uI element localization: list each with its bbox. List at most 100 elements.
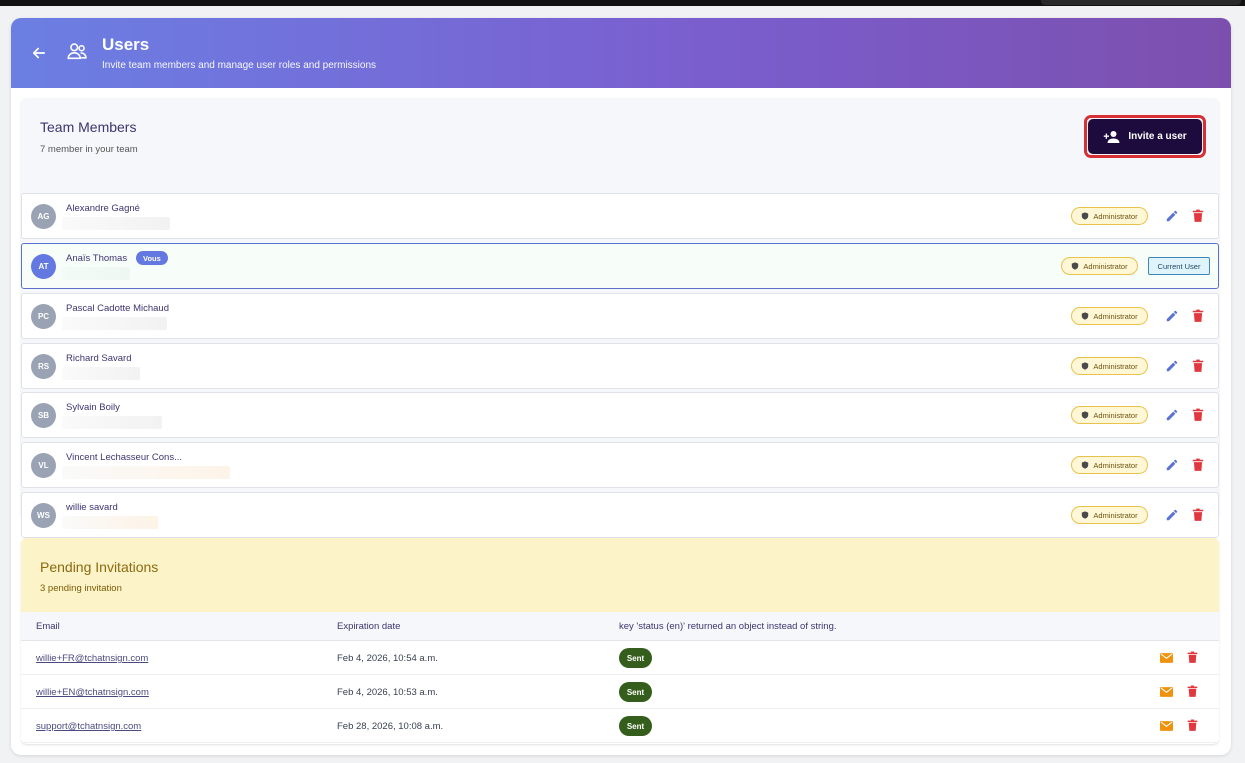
member-name: Vincent Lechasseur Cons... bbox=[66, 452, 183, 463]
invite-email-link[interactable]: willie+FR@tchatnsign.com bbox=[36, 653, 148, 664]
member-email-redacted bbox=[62, 416, 162, 429]
table-header: Email Expiration date key 'status (en)' … bbox=[21, 612, 1219, 641]
role-badge: Administrator bbox=[1061, 257, 1138, 275]
member-row-current: AT Anaïs Thomas Vous Administrator Curre… bbox=[21, 243, 1219, 289]
browser-top-bar bbox=[0, 0, 1245, 6]
column-email: Email bbox=[36, 621, 60, 632]
trash-icon[interactable] bbox=[1192, 359, 1204, 373]
role-badge: Administrator bbox=[1071, 307, 1148, 325]
trash-icon[interactable] bbox=[1187, 719, 1198, 732]
shield-icon bbox=[1082, 312, 1089, 320]
shield-icon bbox=[1082, 511, 1089, 519]
invite-user-label: Invite a user bbox=[1128, 131, 1187, 142]
browser-tab bbox=[1041, 0, 1241, 5]
mail-icon[interactable] bbox=[1160, 721, 1173, 731]
member-row: PC Pascal Cadotte Michaud Administrator bbox=[21, 293, 1219, 339]
table-row: willie+FR@tchatnsign.com Feb 4, 2026, 10… bbox=[21, 641, 1219, 675]
member-email-redacted bbox=[62, 516, 158, 529]
column-expiration: Expiration date bbox=[337, 621, 401, 632]
avatar: VL bbox=[31, 453, 56, 478]
pending-invitations-title: Pending Invitations bbox=[40, 559, 159, 575]
shield-icon bbox=[1082, 212, 1089, 220]
pencil-icon[interactable] bbox=[1165, 508, 1179, 522]
invite-expiration: Feb 28, 2026, 10:08 a.m. bbox=[337, 721, 444, 732]
shield-icon bbox=[1082, 411, 1089, 419]
avatar: AT bbox=[31, 254, 56, 279]
status-badge: Sent bbox=[619, 716, 652, 736]
avatar: WS bbox=[31, 503, 56, 528]
trash-icon[interactable] bbox=[1192, 309, 1204, 323]
page-subtitle: Invite team members and manage user role… bbox=[102, 60, 377, 71]
member-row: AG Alexandre Gagné Administrator bbox=[21, 193, 1219, 239]
pencil-icon[interactable] bbox=[1165, 408, 1179, 422]
team-members-title: Team Members bbox=[40, 119, 137, 135]
pencil-icon[interactable] bbox=[1165, 209, 1179, 223]
trash-icon[interactable] bbox=[1192, 209, 1204, 223]
member-email-redacted bbox=[62, 367, 140, 380]
page-title: Users bbox=[102, 35, 150, 54]
users-icon bbox=[67, 43, 87, 60]
users-card: Users Invite team members and manage use… bbox=[11, 18, 1231, 755]
shield-icon bbox=[1072, 262, 1079, 270]
pending-invitations-section: Pending Invitations 3 pending invitation… bbox=[21, 538, 1219, 744]
pending-invitations-header: Pending Invitations 3 pending invitation bbox=[21, 538, 1219, 612]
status-badge: Sent bbox=[619, 682, 652, 702]
status-badge: Sent bbox=[619, 648, 652, 668]
arrow-left-icon[interactable] bbox=[30, 44, 48, 62]
trash-icon[interactable] bbox=[1192, 458, 1204, 472]
role-badge: Administrator bbox=[1071, 357, 1148, 375]
role-badge: Administrator bbox=[1071, 207, 1148, 225]
member-name: willie savard bbox=[66, 502, 118, 513]
invite-expiration: Feb 4, 2026, 10:53 a.m. bbox=[337, 687, 438, 698]
member-email-redacted bbox=[62, 217, 170, 230]
member-email-redacted bbox=[62, 317, 167, 330]
you-badge: Vous bbox=[136, 251, 168, 265]
member-name: Richard Savard bbox=[66, 353, 132, 364]
mail-icon[interactable] bbox=[1160, 653, 1173, 663]
role-badge: Administrator bbox=[1071, 456, 1148, 474]
invite-email-link[interactable]: support@tchatnsign.com bbox=[36, 721, 141, 732]
page-header: Users Invite team members and manage use… bbox=[11, 18, 1231, 88]
role-label: Administrator bbox=[1093, 211, 1138, 221]
role-label: Administrator bbox=[1093, 361, 1138, 371]
member-email-redacted bbox=[62, 267, 130, 280]
invite-user-button[interactable]: Invite a user bbox=[1088, 119, 1202, 154]
trash-icon[interactable] bbox=[1187, 651, 1198, 664]
member-name: Sylvain Boily bbox=[66, 402, 120, 413]
role-label: Administrator bbox=[1093, 311, 1138, 321]
member-name: Pascal Cadotte Michaud bbox=[66, 303, 169, 314]
table-row: support@tchatnsign.com Feb 28, 2026, 10:… bbox=[21, 709, 1219, 743]
trash-icon[interactable] bbox=[1192, 508, 1204, 522]
person-add-icon bbox=[1104, 130, 1120, 143]
role-badge: Administrator bbox=[1071, 506, 1148, 524]
member-row: VL Vincent Lechasseur Cons... Administra… bbox=[21, 442, 1219, 488]
avatar: AG bbox=[31, 204, 56, 229]
pencil-icon[interactable] bbox=[1165, 309, 1179, 323]
mail-icon[interactable] bbox=[1160, 687, 1173, 697]
role-label: Administrator bbox=[1093, 410, 1138, 420]
avatar: PC bbox=[31, 304, 56, 329]
role-label: Administrator bbox=[1093, 460, 1138, 470]
role-label: Administrator bbox=[1083, 261, 1128, 271]
pencil-icon[interactable] bbox=[1165, 359, 1179, 373]
trash-icon[interactable] bbox=[1192, 408, 1204, 422]
team-members-count: 7 member in your team bbox=[40, 144, 138, 155]
trash-icon[interactable] bbox=[1187, 685, 1198, 698]
member-name: Alexandre Gagné bbox=[66, 203, 140, 214]
member-name: Anaïs Thomas bbox=[66, 253, 128, 264]
member-row: WS willie savard Administrator bbox=[21, 492, 1219, 538]
member-row: SB Sylvain Boily Administrator bbox=[21, 392, 1219, 438]
column-status: key 'status (en)' returned an object ins… bbox=[619, 621, 837, 632]
table-row: willie+EN@tchatnsign.com Feb 4, 2026, 10… bbox=[21, 675, 1219, 709]
member-row: RS Richard Savard Administrator bbox=[21, 343, 1219, 389]
invite-email-link[interactable]: willie+EN@tchatnsign.com bbox=[36, 687, 149, 698]
member-email-redacted bbox=[62, 466, 230, 479]
avatar: SB bbox=[31, 403, 56, 428]
pencil-icon[interactable] bbox=[1165, 458, 1179, 472]
role-label: Administrator bbox=[1093, 510, 1138, 520]
invite-expiration: Feb 4, 2026, 10:54 a.m. bbox=[337, 653, 438, 664]
avatar: RS bbox=[31, 354, 56, 379]
shield-icon bbox=[1082, 362, 1089, 370]
pending-invitations-count: 3 pending invitation bbox=[40, 583, 122, 594]
current-user-tag: Current User bbox=[1148, 257, 1210, 275]
